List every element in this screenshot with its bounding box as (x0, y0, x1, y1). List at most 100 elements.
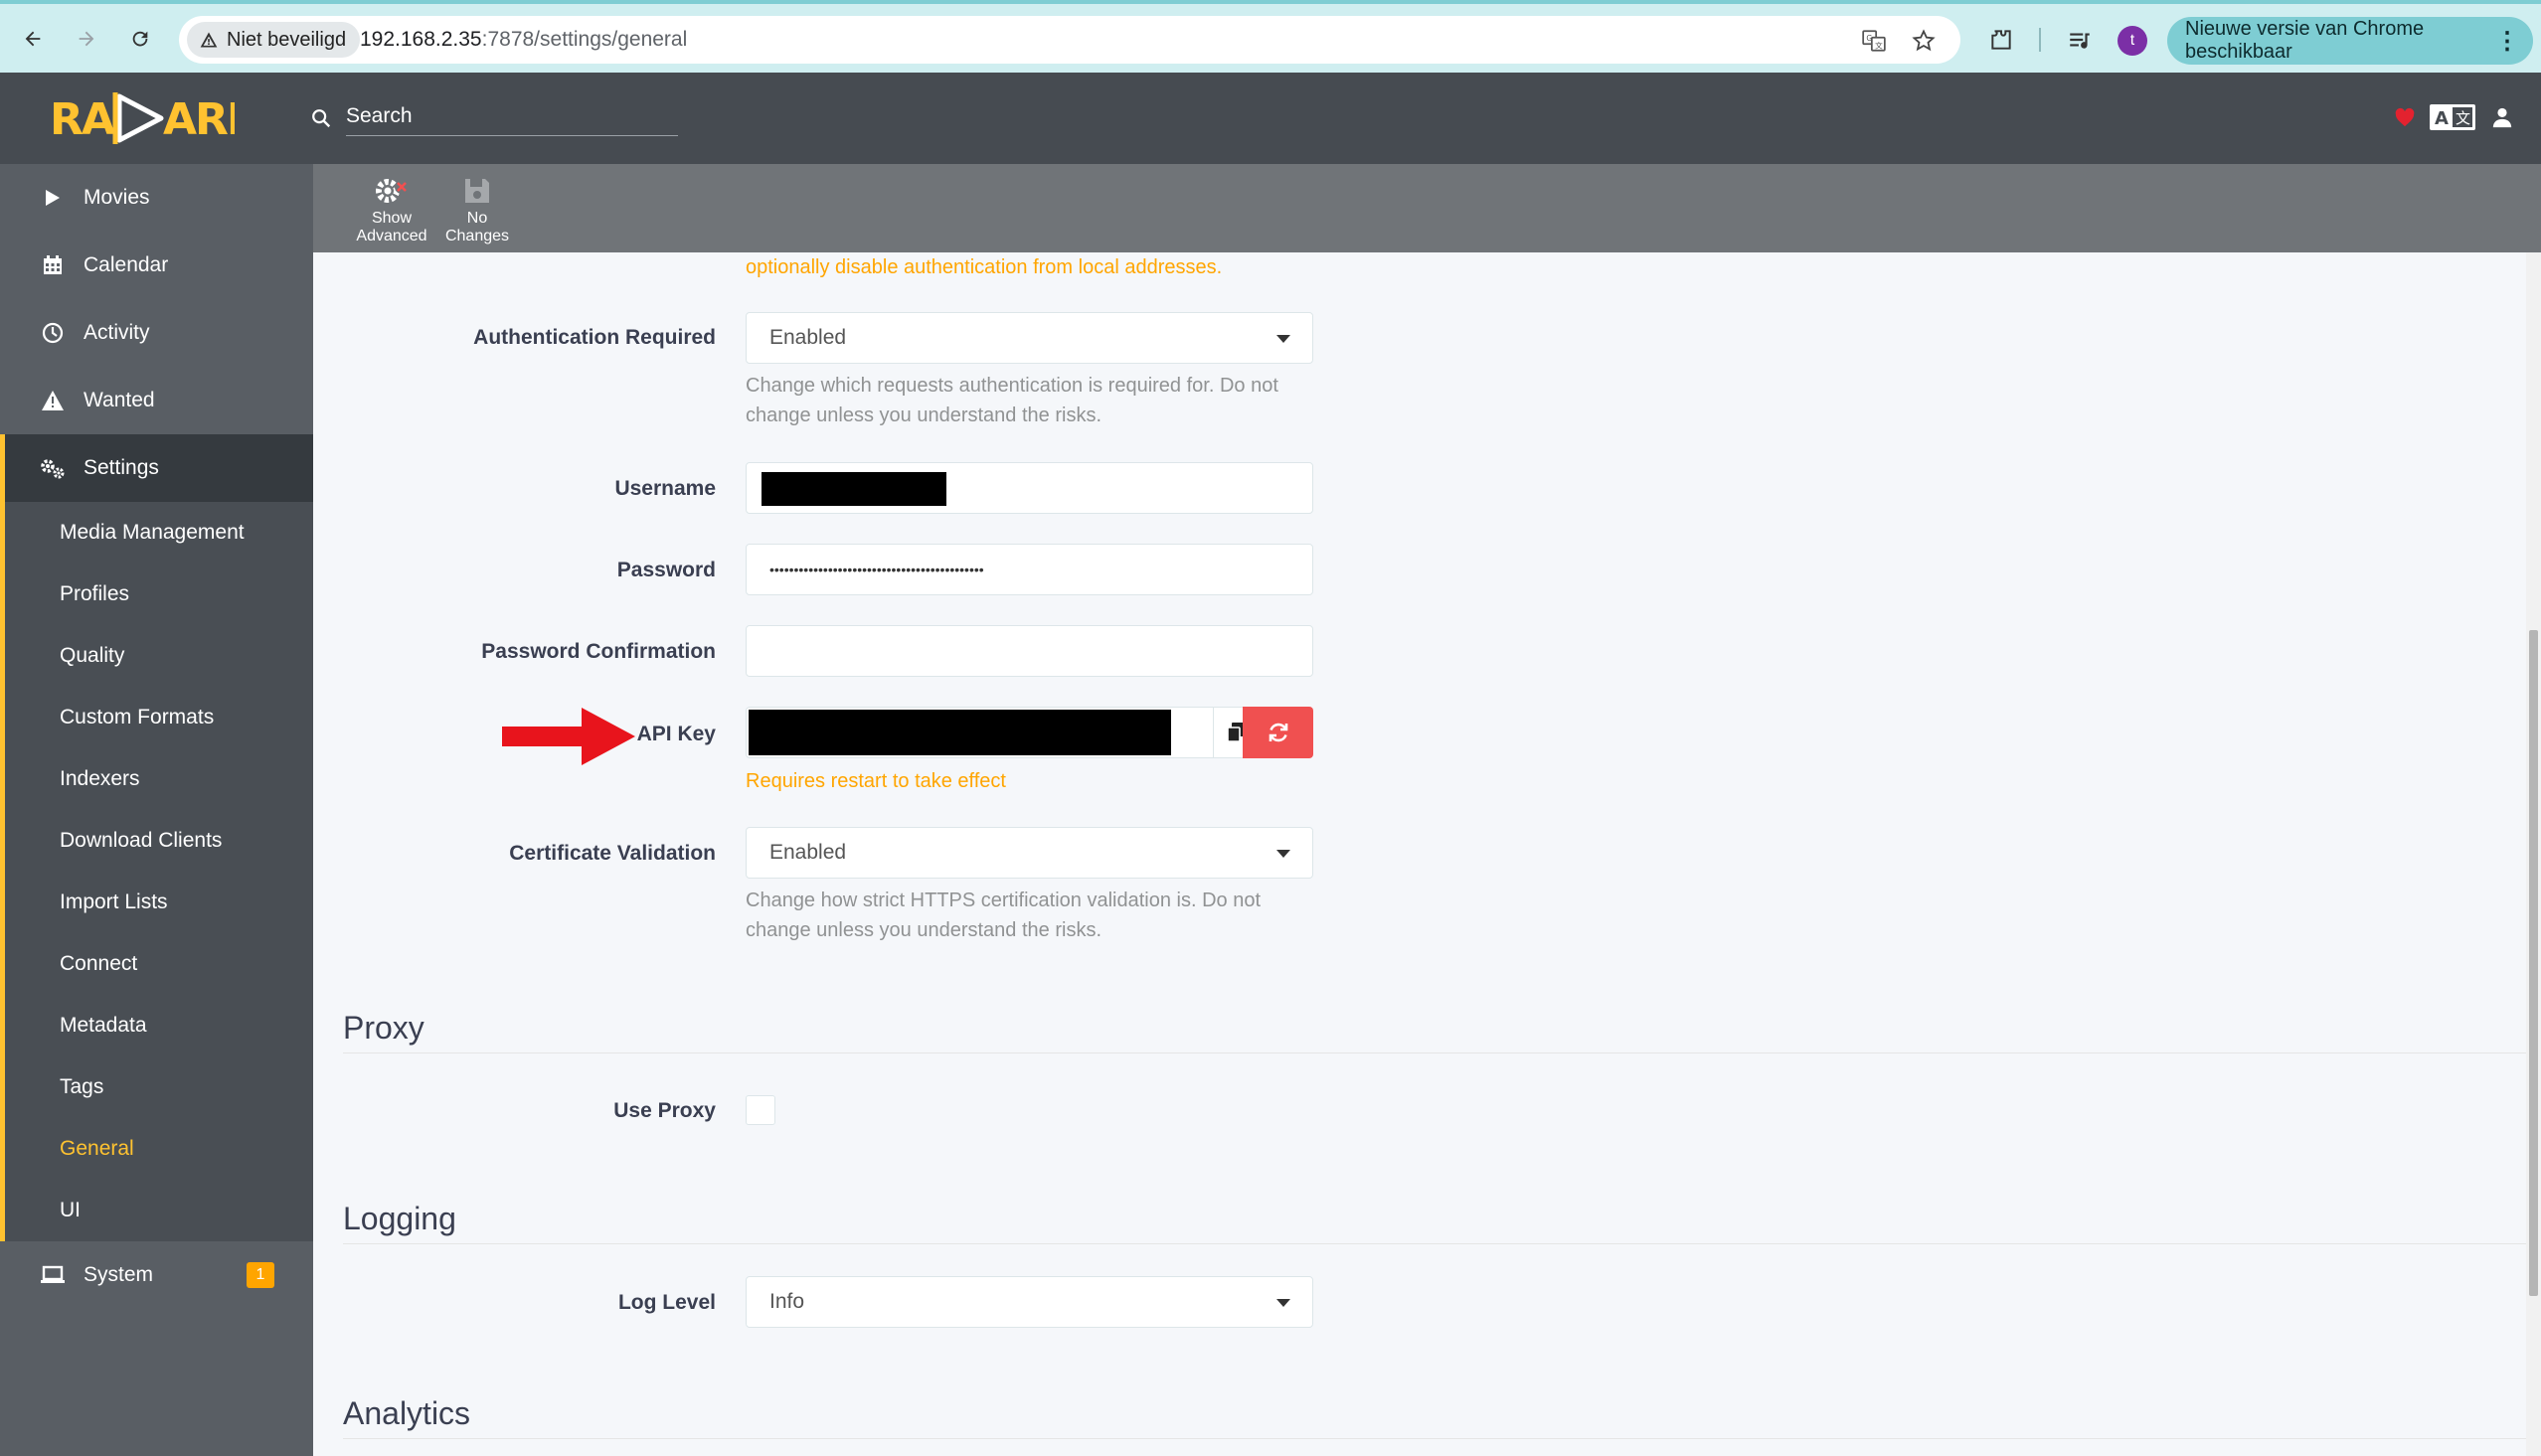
security-chip[interactable]: Niet beveiligd (187, 22, 361, 58)
sidebar-item-label: System (84, 1263, 154, 1286)
cert-validation-help: Change how strict HTTPS certification va… (746, 890, 1261, 941)
api-key-field[interactable] (746, 707, 1214, 758)
address-bar[interactable]: Niet beveiligd 192.168.2.35:7878/setting… (179, 16, 1960, 64)
divider (343, 1438, 2526, 1439)
username-field[interactable] (746, 462, 1313, 514)
password-field[interactable]: ••••••••••••••••••••••••••••••••••••••••… (746, 544, 1313, 595)
regenerate-api-key-button[interactable] (1243, 707, 1313, 758)
sidebar-sub-import-lists[interactable]: Import Lists (5, 872, 313, 933)
redacted-username (762, 472, 946, 506)
sidebar-sub-custom-formats[interactable]: Custom Formats (5, 687, 313, 748)
svg-text:文: 文 (2456, 109, 2470, 127)
log-level-select[interactable]: Info (746, 1276, 1313, 1328)
auth-required-help: Change which requests authentication is … (746, 375, 1278, 426)
show-advanced-button[interactable]: Show Advanced (352, 174, 431, 245)
sidebar-item-movies[interactable]: Movies (0, 164, 313, 232)
analytics-section-title: Analytics (343, 1395, 471, 1431)
sidebar-item-activity[interactable]: Activity (0, 299, 313, 367)
url-host: 192.168.2.35 (360, 28, 482, 51)
sidebar: Movies Calendar Activity Wanted Settings… (0, 164, 313, 1456)
sidebar-item-label: Wanted (84, 389, 155, 411)
system-badge: 1 (247, 1262, 274, 1288)
settings-content: optionally disable authentication from l… (313, 252, 2526, 1456)
sidebar-sub-tags[interactable]: Tags (5, 1056, 313, 1118)
sidebar-sub-quality[interactable]: Quality (5, 625, 313, 687)
page-toolbar: Show Advanced No Changes (313, 164, 2541, 252)
api-key-restart-warning: Requires restart to take effect (746, 770, 1006, 792)
save-button[interactable]: No Changes (442, 174, 512, 245)
chrome-update-label: Nieuwe versie van Chrome beschikbaar (2185, 18, 2425, 63)
sidebar-sub-indexers[interactable]: Indexers (5, 748, 313, 810)
translate-icon[interactable]: G文 (1859, 26, 1889, 56)
sidebar-item-settings[interactable]: Settings (0, 434, 313, 502)
url-text[interactable]: 192.168.2.35:7878/settings/general (360, 28, 687, 52)
password-confirmation-field[interactable] (746, 625, 1313, 677)
sidebar-sub-ui[interactable]: UI (5, 1180, 313, 1241)
app-header: RA ARR Search A文 (0, 73, 2541, 164)
redacted-api-key (749, 710, 1171, 755)
auth-required-label: Authentication Required (473, 326, 716, 349)
radarr-logo[interactable]: RA ARR (50, 86, 235, 150)
sidebar-item-calendar[interactable]: Calendar (0, 232, 313, 299)
api-key-label: API Key (636, 723, 716, 745)
sidebar-item-label: Activity (84, 321, 150, 344)
security-chip-label: Niet beveiligd (227, 28, 347, 51)
sidebar-item-system[interactable]: System 1 (0, 1241, 313, 1309)
logging-section-title: Logging (343, 1201, 456, 1236)
laptop-icon (40, 1262, 66, 1288)
profile-avatar[interactable]: t (2118, 26, 2147, 56)
clock-icon (40, 320, 66, 346)
show-advanced-label: Show Advanced (356, 210, 427, 244)
svg-text:A: A (2435, 108, 2449, 129)
auth-note-text: optionally disable authentication from l… (746, 256, 1223, 278)
warning-triangle-icon (200, 32, 218, 48)
url-path: :7878/settings/general (481, 28, 688, 51)
extensions-icon[interactable] (1983, 22, 2019, 58)
save-label: No Changes (444, 210, 510, 244)
username-label: Username (614, 477, 716, 500)
search-input[interactable]: Search (346, 100, 678, 136)
back-icon[interactable] (16, 22, 50, 56)
chevron-down-icon (1276, 335, 1290, 343)
settings-submenu: Media Management Profiles Quality Custom… (0, 502, 313, 1241)
translate-keyboard-icon[interactable]: A文 (2430, 102, 2475, 132)
browser-toolbar: Niet beveiligd 192.168.2.35:7878/setting… (0, 0, 2541, 73)
bookmark-star-icon[interactable] (1909, 26, 1939, 56)
sidebar-item-label: Movies (84, 186, 150, 209)
sidebar-sub-media-management[interactable]: Media Management (5, 502, 313, 564)
svg-text:ARR: ARR (163, 94, 235, 145)
svg-text:文: 文 (1875, 41, 1883, 51)
content-scrollbar[interactable] (2526, 252, 2541, 1456)
cert-validation-label: Certificate Validation (509, 842, 716, 865)
auth-required-select[interactable]: Enabled (746, 312, 1313, 364)
calendar-icon (40, 252, 66, 278)
chevron-down-icon (1276, 1299, 1290, 1307)
scrollbar-thumb[interactable] (2529, 630, 2538, 1296)
svg-text:RA: RA (50, 94, 115, 145)
sidebar-sub-download-clients[interactable]: Download Clients (5, 810, 313, 872)
reload-icon[interactable] (123, 22, 157, 56)
cert-validation-select[interactable]: Enabled (746, 827, 1313, 879)
sidebar-item-label: Calendar (84, 253, 169, 276)
sidebar-sub-general[interactable]: General (5, 1118, 313, 1180)
sidebar-sub-connect[interactable]: Connect (5, 933, 313, 995)
more-vert-icon[interactable]: ⋮ (2495, 27, 2519, 56)
save-icon (457, 174, 497, 208)
sidebar-sub-metadata[interactable]: Metadata (5, 995, 313, 1056)
sidebar-item-label: Settings (84, 456, 159, 479)
forward-icon[interactable] (70, 22, 103, 56)
log-level-label: Log Level (617, 1291, 716, 1314)
toolbar-divider (2039, 28, 2041, 52)
donate-heart-icon[interactable] (2390, 102, 2420, 132)
media-queue-icon[interactable] (2062, 22, 2098, 58)
divider (343, 1243, 2526, 1244)
user-icon[interactable] (2487, 102, 2517, 132)
sidebar-sub-profiles[interactable]: Profiles (5, 564, 313, 625)
divider (343, 1052, 2526, 1053)
chrome-update-button[interactable]: Nieuwe versie van Chrome beschikbaar ⋮ (2167, 17, 2533, 65)
chevron-down-icon (1276, 850, 1290, 858)
search-bar[interactable]: Search (310, 100, 678, 136)
use-proxy-checkbox[interactable] (746, 1095, 775, 1125)
app-root: Niet beveiligd 192.168.2.35:7878/setting… (0, 0, 2541, 1456)
sidebar-item-wanted[interactable]: Wanted (0, 367, 313, 434)
